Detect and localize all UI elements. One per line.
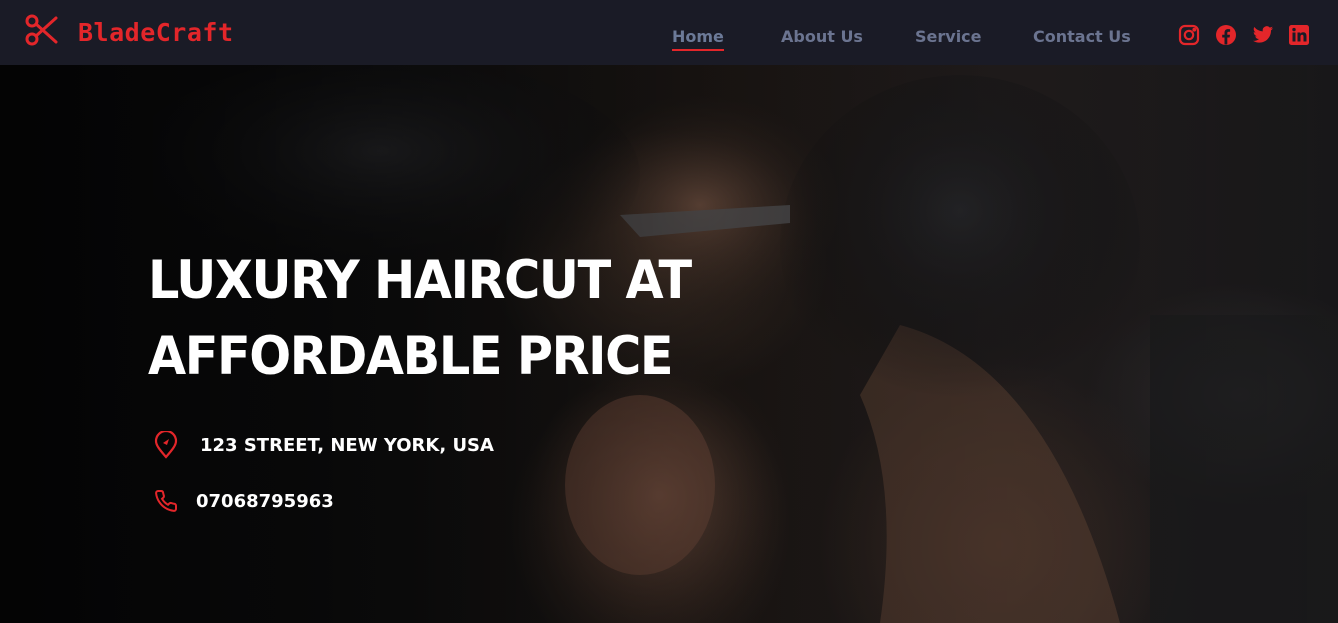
- nav-about-label: About Us: [781, 27, 863, 46]
- hero-title-line-2: AFFORDABLE PRICE: [148, 326, 674, 387]
- brand-name: BladeCraft: [78, 18, 234, 47]
- nav-about-us[interactable]: About Us: [781, 27, 863, 46]
- twitter-icon[interactable]: [1252, 24, 1274, 46]
- nav-home[interactable]: Home: [672, 27, 724, 51]
- scissors-icon: [24, 12, 60, 53]
- brand-logo[interactable]: BladeCraft: [24, 12, 234, 53]
- linkedin-icon[interactable]: [1288, 24, 1310, 46]
- facebook-icon[interactable]: [1215, 24, 1237, 46]
- nav-service-label: Service: [915, 27, 982, 46]
- phone-text[interactable]: 07068795963: [196, 491, 334, 512]
- instagram-icon[interactable]: [1178, 24, 1200, 46]
- nav-contact-us[interactable]: Contact Us: [1033, 27, 1131, 46]
- address-text: 123 STREET, NEW YORK, USA: [200, 434, 494, 456]
- nav-contact-label: Contact Us: [1033, 27, 1131, 46]
- hero-title-line-1: LUXURY HAIRCUT AT: [148, 250, 692, 311]
- phone-row: 07068795963: [152, 487, 334, 515]
- navbar: BladeCraft Home About Us Service Contact…: [0, 0, 1338, 65]
- phone-icon: [152, 487, 180, 515]
- nav-service[interactable]: Service: [915, 27, 982, 46]
- location-pin-icon: [152, 431, 180, 459]
- hero-section: LUXURY HAIRCUT AT AFFORDABLE PRICE 123 S…: [0, 65, 1338, 623]
- active-underline: [672, 49, 724, 51]
- address-row: 123 STREET, NEW YORK, USA: [152, 431, 494, 459]
- nav-home-label: Home: [672, 27, 724, 46]
- hero-title: LUXURY HAIRCUT AT AFFORDABLE PRICE: [148, 243, 743, 395]
